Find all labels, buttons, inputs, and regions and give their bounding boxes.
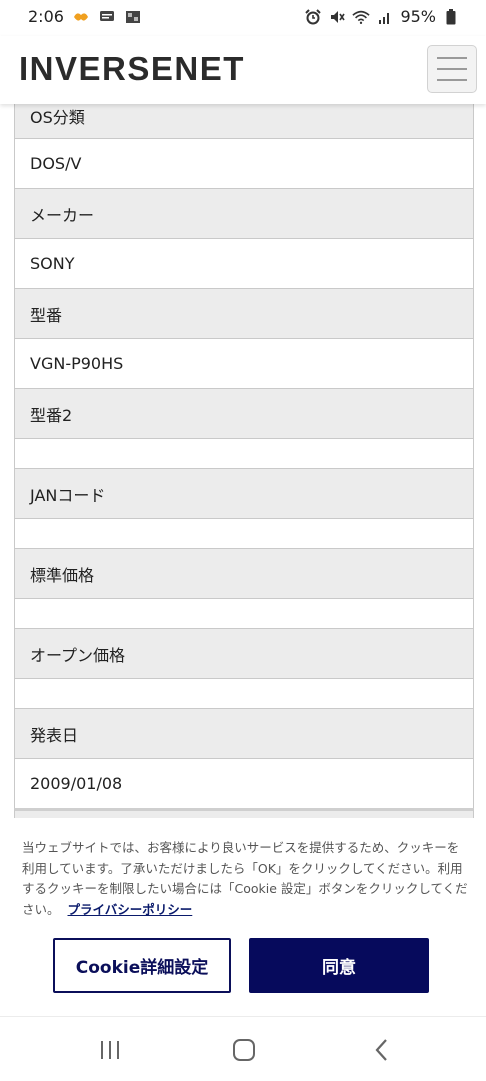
spec-label-jan: JANコード [14, 468, 474, 518]
spec-label-open-price: オープン価格 [14, 628, 474, 678]
spec-value-os: DOS/V [14, 138, 474, 188]
spec-label-model: 型番 [14, 288, 474, 338]
spec-value-std-price [14, 598, 474, 628]
status-right: 95% [304, 7, 460, 26]
alarm-icon [304, 8, 322, 26]
signal-icon [376, 8, 394, 26]
recent-apps-icon[interactable] [95, 1035, 125, 1065]
spec-value-model: VGN-P90HS [14, 338, 474, 388]
spec-label-model2: 型番2 [14, 388, 474, 438]
site-logo[interactable]: INVERSENET [19, 50, 245, 88]
cookie-agree-button[interactable]: 同意 [249, 938, 429, 993]
message-icon [98, 8, 116, 26]
spec-label-release-date: 発表日 [14, 708, 474, 758]
system-nav-bar [0, 1016, 486, 1081]
mute-icon [328, 8, 346, 26]
cookie-settings-button[interactable]: Cookie詳細設定 [53, 938, 231, 993]
hamburger-menu-icon-line [437, 57, 467, 59]
status-time: 2:06 [28, 7, 64, 26]
home-icon[interactable] [229, 1035, 259, 1065]
status-left: 2:06 [28, 7, 142, 26]
hamburger-menu-button[interactable] [427, 45, 477, 93]
wifi-icon [352, 8, 371, 26]
spec-table: OS分類 DOS/V メーカー SONY 型番 VGN-P90HS 型番2 JA… [14, 90, 474, 858]
spec-value-model2 [14, 438, 474, 468]
spec-value-release-date: 2009/01/08 [14, 758, 474, 808]
image-icon [124, 8, 142, 26]
hamburger-menu-icon-line [437, 79, 467, 81]
privacy-policy-link[interactable]: プライバシーポリシー [68, 902, 193, 917]
back-icon[interactable] [367, 1035, 397, 1065]
app-notification-icon [72, 8, 90, 26]
cookie-message: 当ウェブサイトでは、お客様により良いサービスを提供するため、クッキーを利用してい… [22, 838, 468, 920]
spec-value-open-price [14, 678, 474, 708]
status-bar: 2:06 95% [0, 0, 486, 36]
cookie-consent-banner: 当ウェブサイトでは、お客様により良いサービスを提供するため、クッキーを利用してい… [0, 818, 486, 1016]
site-header: INVERSENET [0, 36, 486, 104]
hamburger-menu-icon-line [437, 68, 467, 70]
spec-label-maker: メーカー [14, 188, 474, 238]
battery-percent: 95% [400, 7, 436, 26]
spec-value-maker: SONY [14, 238, 474, 288]
spec-label-std-price: 標準価格 [14, 548, 474, 598]
spec-value-jan [14, 518, 474, 548]
battery-icon [442, 8, 460, 26]
